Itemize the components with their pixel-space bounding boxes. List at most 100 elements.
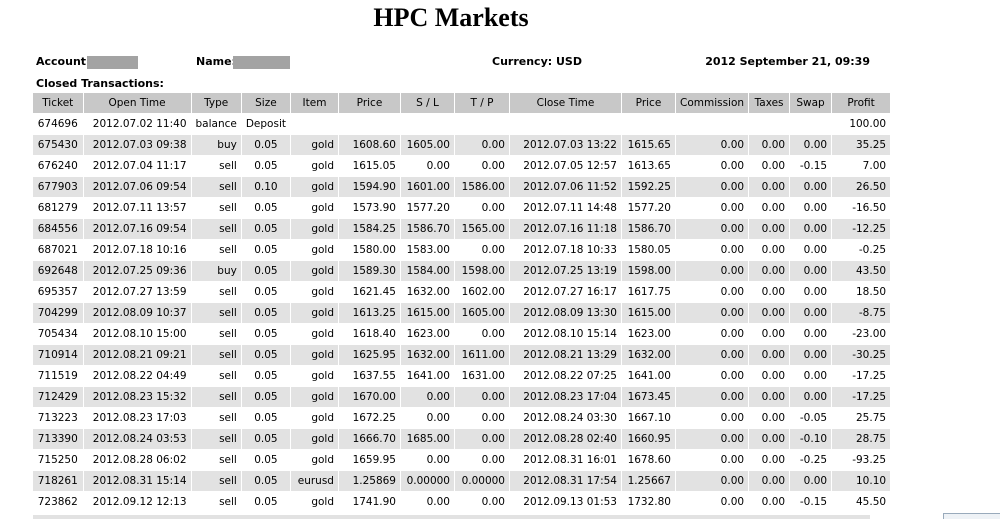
cell-swap: 0.00 [789, 470, 833, 492]
cell-close-price: 1577.20 [621, 197, 676, 219]
cell-open-time: 2012.07.25 09:36 [83, 260, 192, 282]
cell-type: sell [191, 386, 242, 408]
cell-size: 0.05 [241, 302, 291, 324]
cell-commission: 0.00 [675, 176, 750, 198]
cell-sl: 1632.00 [400, 281, 455, 303]
cell-close-time: 2012.07.05 12:57 [509, 155, 622, 177]
column-header-price: Price [338, 93, 401, 114]
cell-profit: 26.50 [831, 176, 892, 198]
cell-tp: 1605.00 [454, 302, 510, 324]
cell-type: sell [191, 428, 242, 450]
cell-taxes: 0.00 [748, 449, 791, 471]
cell-sl: 1577.20 [400, 197, 455, 219]
cell-close-price: 1615.65 [621, 134, 676, 156]
cell-item: gold [290, 428, 339, 450]
cell-item: gold [290, 365, 339, 387]
cell-size: 0.05 [241, 491, 291, 512]
cell-price: 1615.05 [338, 155, 401, 177]
cell-item: gold [290, 155, 339, 177]
cell-taxes: 0.00 [748, 470, 791, 492]
cell-open-time: 2012.08.23 15:32 [83, 386, 192, 408]
cell-size: 0.05 [241, 197, 291, 219]
cell-size: Deposit [241, 113, 291, 135]
cell-price: 1608.60 [338, 134, 401, 156]
cell-ticket: 718261 [33, 470, 84, 492]
cell-taxes: 0.00 [748, 302, 791, 324]
table-row: 711519 2012.08.22 04:49 sell 0.05 gold 1637.5… [33, 365, 892, 387]
cell-open-time: 2012.07.02 11:40 [83, 113, 192, 135]
cell-item: gold [290, 239, 339, 261]
cell-ticket: 712429 [33, 386, 84, 408]
cell-open-time: 2012.08.24 03:53 [83, 428, 192, 450]
cell-close-price: 1592.25 [621, 176, 676, 198]
cell-sl: 0.00 [400, 491, 455, 512]
transactions-table: Ticket Open Time Type Size Item Price S / LT /… [33, 93, 892, 512]
account-redaction [87, 56, 138, 69]
cell-tp: 0.00 [454, 428, 510, 450]
table-row: 674696 2012.07.02 11:40 balance Deposit 100.… [33, 113, 892, 135]
table-row: 692648 2012.07.25 09:36 buy 0.05 gold 1589.30… [33, 260, 892, 282]
cell-type: sell [191, 491, 242, 512]
cell-close-time: 2012.08.23 17:04 [509, 386, 622, 408]
cell-sl: 1615.00 [400, 302, 455, 324]
window-corner [943, 513, 1000, 519]
cell-size: 0.05 [241, 218, 291, 240]
table-row: 718261 2012.08.31 15:14 sell 0.05 eurusd 1.25… [33, 470, 892, 492]
column-header-swap: Swap [789, 93, 833, 114]
cell-tp: 0.00 [454, 323, 510, 345]
table-row: 713223 2012.08.23 17:03 sell 0.05 gold 1672.2… [33, 407, 892, 429]
cell-price: 1659.95 [338, 449, 401, 471]
cell-sl: 0.00 [400, 449, 455, 471]
cell-open-time: 2012.07.04 11:17 [83, 155, 192, 177]
cell-close-time: 2012.08.10 15:14 [509, 323, 622, 345]
cell-tp: 0.00 [454, 407, 510, 429]
cell-swap: -0.15 [789, 155, 833, 177]
cell-taxes: 0.00 [748, 197, 791, 219]
cell-price [338, 113, 401, 135]
cell-ticket: 715250 [33, 449, 84, 471]
cell-swap: 0.00 [789, 260, 833, 282]
cell-sl: 1685.00 [400, 428, 455, 450]
cell-close-time: 2012.07.18 10:33 [509, 239, 622, 261]
cell-size: 0.05 [241, 155, 291, 177]
cell-type: sell [191, 365, 242, 387]
cell-close-price: 1598.00 [621, 260, 676, 282]
cell-taxes: 0.00 [748, 491, 791, 512]
cell-profit: -30.25 [831, 344, 892, 366]
cell-profit: 43.50 [831, 260, 892, 282]
cell-taxes: 0.00 [748, 134, 791, 156]
cell-size: 0.05 [241, 470, 291, 492]
column-header-commission: Commission [675, 93, 750, 114]
cell-commission: 0.00 [675, 470, 750, 492]
cell-open-time: 2012.08.09 10:37 [83, 302, 192, 324]
cell-ticket: 704299 [33, 302, 84, 324]
column-header-tp: T / P [454, 93, 510, 114]
cell-taxes: 0.00 [748, 386, 791, 408]
cell-tp: 0.00 [454, 386, 510, 408]
cell-item: gold [290, 386, 339, 408]
cell-open-time: 2012.08.31 15:14 [83, 470, 192, 492]
cell-type: sell [191, 302, 242, 324]
cell-price: 1594.90 [338, 176, 401, 198]
cell-taxes: 0.00 [748, 281, 791, 303]
table-row: 723862 2012.09.12 12:13 sell 0.05 gold 1741.9… [33, 491, 892, 512]
cell-close-time: 2012.09.13 01:53 [509, 491, 622, 512]
cell-size: 0.05 [241, 134, 291, 156]
cell-commission: 0.00 [675, 344, 750, 366]
cell-ticket: 692648 [33, 260, 84, 282]
table-header-row: Ticket Open Time Type Size Item Price S / LT /… [33, 93, 892, 114]
column-header-close-time: Close Time [509, 93, 622, 114]
cell-sl: 0.00000 [400, 470, 455, 492]
name-redaction [233, 56, 290, 69]
cell-item: gold [290, 344, 339, 366]
cell-profit: 35.25 [831, 134, 892, 156]
cell-item: gold [290, 260, 339, 282]
cell-taxes: 0.00 [748, 155, 791, 177]
cell-sl [400, 113, 455, 135]
cell-close-price: 1667.10 [621, 407, 676, 429]
cell-swap: 0.00 [789, 239, 833, 261]
cell-ticket: 713390 [33, 428, 84, 450]
cell-price: 1584.25 [338, 218, 401, 240]
account-label: Account: [36, 55, 91, 68]
cell-profit: -17.25 [831, 365, 892, 387]
